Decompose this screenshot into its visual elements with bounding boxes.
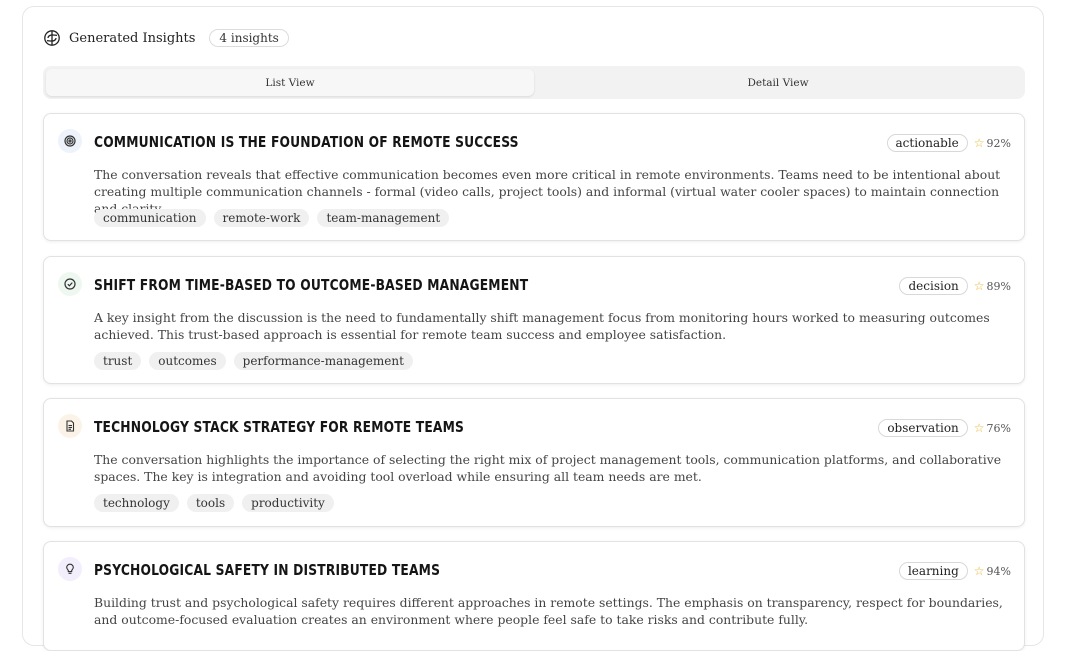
document-icon [58,414,82,438]
lightbulb-icon [58,557,82,581]
check-circle-icon [58,272,82,296]
insight-score: ☆ 94% [974,565,1011,578]
tab-list-view[interactable]: List View [46,69,534,96]
insight-count-badge: 4 insights [209,29,289,47]
tag[interactable]: communication [94,209,206,227]
insight-meta: observation ☆ 76% [878,419,1011,437]
insight-score-value: 76% [986,421,1011,435]
tag[interactable]: productivity [242,494,334,512]
insight-description: A key insight from the discussion is the… [94,310,990,342]
target-icon [58,129,82,153]
insight-title: Psychological Safety in Distributed Team… [94,561,441,579]
insight-meta: learning ☆ 94% [898,562,1011,580]
tag[interactable]: remote-work [213,209,310,227]
insight-meta: actionable ☆ 92% [886,134,1011,152]
star-icon: ☆ [973,279,985,293]
insight-title: Communication is the Foundation of Remot… [94,133,519,151]
tag[interactable]: outcomes [149,352,226,370]
insight-score-value: 92% [986,136,1011,150]
tag[interactable]: technology [94,494,179,512]
insight-card[interactable]: Technology Stack Strategy for Remote Tea… [43,398,1025,527]
star-icon: ☆ [973,136,985,150]
star-icon: ☆ [973,564,985,578]
brain-icon [43,29,61,47]
insight-title: Technology Stack Strategy for Remote Tea… [94,418,465,436]
tag[interactable]: tools [186,494,235,512]
insight-tags: trust outcomes performance-management [94,352,413,370]
insight-type-badge: observation [878,419,968,437]
insight-type-badge: learning [898,562,968,580]
insight-score-value: 94% [986,564,1011,578]
tab-detail-view[interactable]: Detail View [534,69,1022,96]
tag[interactable]: team-management [317,209,450,227]
insight-score: ☆ 76% [974,422,1011,435]
insight-card[interactable]: Psychological Safety in Distributed Team… [43,541,1025,651]
insight-score-value: 89% [986,279,1011,293]
star-icon: ☆ [973,421,985,435]
insight-title: Shift from Time-Based to Outcome-Based M… [94,276,529,294]
insight-tags: communication remote-work team-managemen… [94,209,450,227]
insight-tags: technology tools productivity [94,494,334,512]
insight-description: Building trust and psychological safety … [94,595,1003,627]
insight-score: ☆ 89% [974,280,1011,293]
panel-header: Generated Insights 4 insights [43,27,289,49]
tag[interactable]: performance-management [233,352,413,370]
insight-meta: decision ☆ 89% [899,277,1011,295]
insight-type-badge: decision [899,277,968,295]
insight-description: The conversation highlights the importan… [94,452,1002,484]
panel-title: Generated Insights [69,30,196,46]
tag[interactable]: trust [94,352,142,370]
insights-panel: Generated Insights 4 insights List View … [22,6,1044,651]
insight-card[interactable]: Shift from Time-Based to Outcome-Based M… [43,256,1025,384]
view-tabs: List View Detail View [43,66,1025,99]
insight-card[interactable]: Communication is the Foundation of Remot… [43,113,1025,241]
insight-type-badge: actionable [886,134,968,152]
insight-score: ☆ 92% [974,137,1011,150]
